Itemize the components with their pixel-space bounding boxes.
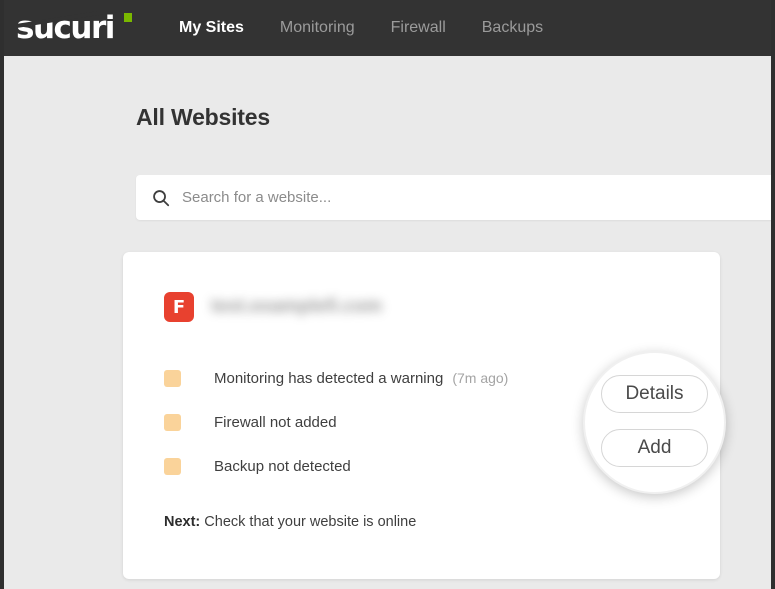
- search-input[interactable]: [182, 189, 775, 206]
- nav-items: My Sites Monitoring Firewall Backups: [179, 20, 543, 36]
- website-card-header: F test.examplefi.com: [164, 292, 382, 322]
- next-step-line: Next: Check that your website is online: [164, 514, 416, 530]
- top-navigation-bar: sucuri My Sites Monitoring Firewall Back…: [0, 0, 775, 56]
- status-chip-warning-icon: [164, 369, 181, 387]
- app-root: sucuri My Sites Monitoring Firewall Back…: [0, 0, 775, 589]
- window-edge-right: [771, 0, 775, 589]
- status-text: Backup not detected: [214, 457, 351, 475]
- magnified-details-button[interactable]: Details: [601, 374, 708, 413]
- search-bar[interactable]: [136, 175, 775, 220]
- nav-item-firewall[interactable]: Firewall: [391, 20, 446, 36]
- magnified-add-button[interactable]: Add: [601, 428, 708, 467]
- status-timestamp: (7m ago): [452, 370, 509, 386]
- status-text: Firewall not added: [214, 413, 337, 431]
- website-domain-name[interactable]: test.examplefi.com: [211, 296, 382, 318]
- status-text: Monitoring has detected a warning: [214, 369, 444, 387]
- page-content: All Websites F test.examplefi.com Monito…: [4, 56, 775, 589]
- nav-item-my-sites[interactable]: My Sites: [179, 20, 244, 36]
- favicon-badge: F: [164, 292, 194, 322]
- window-edge-left: [0, 0, 4, 589]
- nav-item-monitoring[interactable]: Monitoring: [280, 20, 355, 36]
- next-step-text: Check that your website is online: [204, 514, 417, 530]
- page-title: All Websites: [136, 104, 270, 130]
- search-icon: [153, 189, 170, 206]
- next-step-label: Next:: [164, 514, 201, 530]
- magnifier-lens: Details Add: [583, 351, 726, 494]
- status-chip-warning-icon: [164, 413, 181, 431]
- sucuri-logo[interactable]: sucuri: [16, 11, 141, 45]
- status-chip-warning-icon: [164, 457, 181, 475]
- logo-green-accent-icon: [124, 13, 132, 22]
- magnifier-lens-content: Details Add: [585, 353, 724, 492]
- nav-item-backups[interactable]: Backups: [482, 20, 543, 36]
